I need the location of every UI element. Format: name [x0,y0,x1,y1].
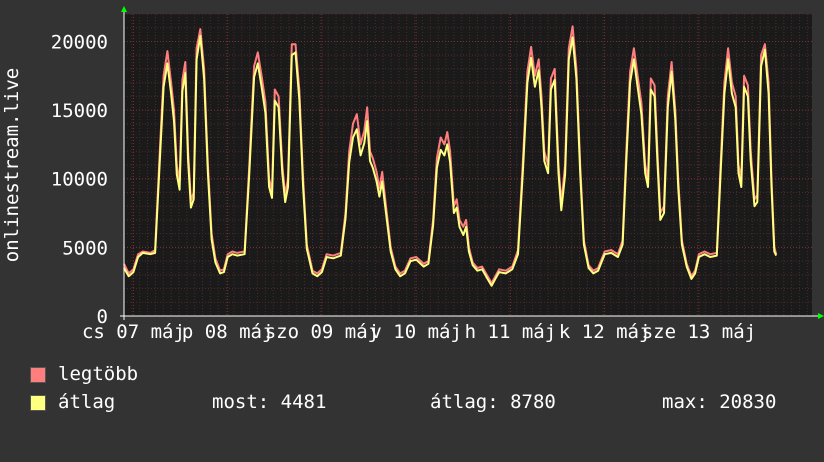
x-tick-label: szo 09 máj [265,321,379,343]
legend-swatch-max [30,367,46,383]
x-tick-label: sze 13 máj [642,321,756,343]
legend-label-avg: átlag [58,391,116,413]
y-axis-label: onlinestream.live [1,68,23,262]
legend-swatch-avg [30,395,46,411]
stat-maximum: max: 20830 [662,391,777,413]
legend-label-max: legtöbb [58,363,139,385]
x-tick-label: k 12 máj [559,321,651,343]
x-tick-label: h 11 máj [465,321,557,343]
traffic-chart: 05000100001500020000cs 07 májp 08 májszo… [1,6,824,343]
legend-item-max: legtöbb [30,362,138,386]
y-tick-label: 10000 [51,169,108,191]
y-axis-arrow [121,6,127,12]
y-tick-label: 5000 [62,237,108,259]
x-tick-label: v 10 máj [370,321,462,343]
y-tick-label: 15000 [51,100,108,122]
x-axis-arrow [818,313,824,319]
y-tick-label: 20000 [51,31,108,53]
x-tick-label: p 08 máj [182,321,274,343]
stat-now: most: 4481 [212,391,327,413]
legend-item-avg: átlag [30,390,115,414]
stat-average: átlag: 8780 [430,391,556,413]
x-tick-label: cs 07 máj [82,321,185,343]
